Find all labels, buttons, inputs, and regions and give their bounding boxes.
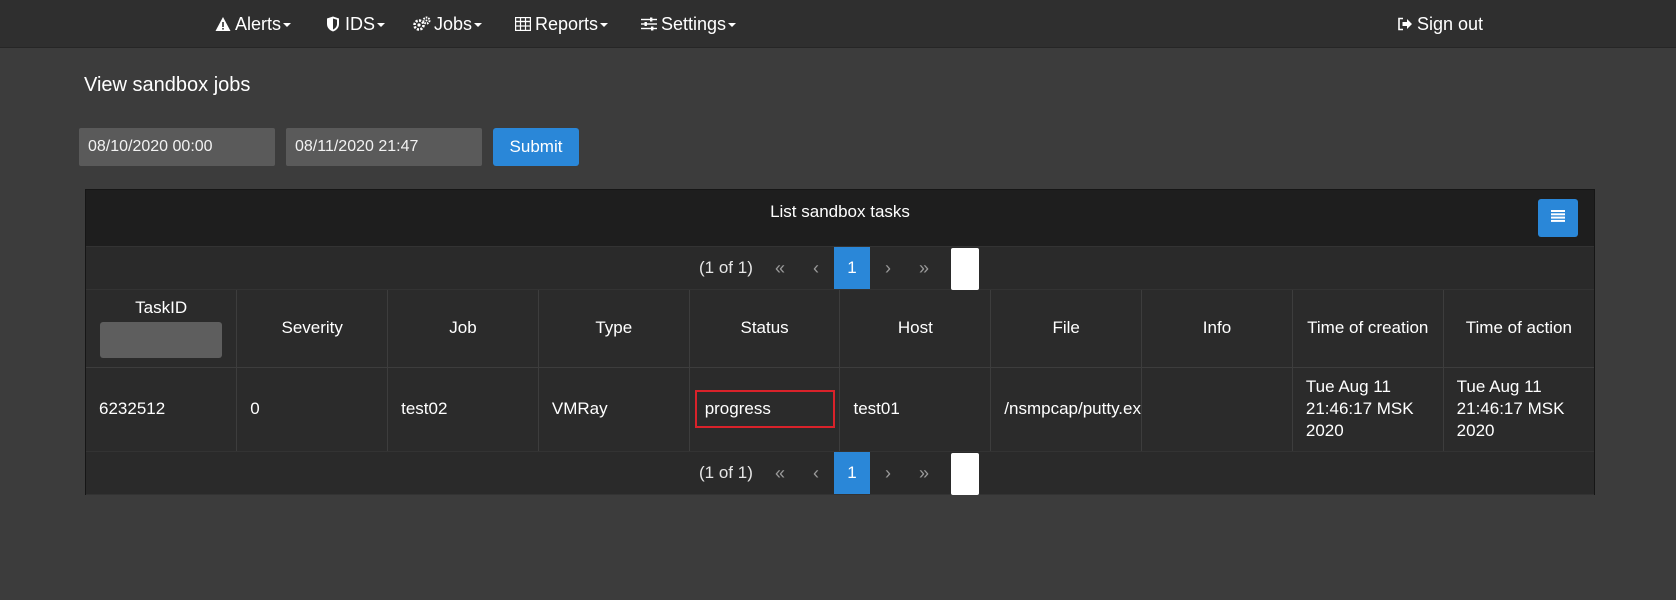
next-page-button[interactable]: › bbox=[870, 452, 906, 494]
shield-icon bbox=[324, 15, 342, 33]
prev-page-button[interactable]: ‹ bbox=[798, 452, 834, 494]
cell-file: /nsmpcap/putty.ex bbox=[990, 367, 1143, 452]
first-page-button[interactable]: « bbox=[762, 452, 798, 494]
paginator-top: (1 of 1) « ‹ 1 › » bbox=[86, 246, 1594, 290]
paginator-bottom: (1 of 1) « ‹ 1 › » bbox=[86, 451, 1594, 495]
table-row[interactable]: 6232512 0 test02 VMRay progress test01 /… bbox=[86, 367, 1594, 452]
table-icon bbox=[514, 15, 532, 33]
cell-time-creation: Tue Aug 11 21:46:17 MSK 2020 bbox=[1292, 367, 1444, 452]
gears-icon bbox=[413, 15, 431, 33]
sandbox-tasks-panel: List sandbox tasks (1 of 1) « ‹ 1 › » Ta… bbox=[85, 189, 1595, 495]
page-title: View sandbox jobs bbox=[84, 74, 251, 96]
nav-reports[interactable]: Reports bbox=[514, 0, 609, 48]
nav-alerts[interactable]: Alerts bbox=[214, 0, 292, 48]
nav-jobs[interactable]: Jobs bbox=[413, 0, 483, 48]
taskid-filter-input[interactable] bbox=[100, 322, 223, 359]
sign-out-icon bbox=[1396, 15, 1414, 33]
chevron-down-icon bbox=[600, 23, 609, 27]
panel-title: List sandbox tasks bbox=[770, 202, 910, 221]
cell-type: VMRay bbox=[538, 367, 690, 452]
col-time-creation[interactable]: Time of creation bbox=[1292, 290, 1444, 368]
rows-per-page-select[interactable] bbox=[951, 248, 979, 290]
chevron-down-icon bbox=[283, 23, 292, 27]
cell-status: progress bbox=[689, 367, 841, 452]
page-1-button[interactable]: 1 bbox=[834, 247, 870, 289]
last-page-button[interactable]: » bbox=[906, 247, 942, 289]
col-time-action[interactable]: Time of action bbox=[1443, 290, 1594, 368]
column-toggler-button[interactable] bbox=[1538, 199, 1578, 237]
status-value-highlighted: progress bbox=[694, 390, 835, 428]
warning-icon bbox=[214, 15, 232, 33]
col-host[interactable]: Host bbox=[839, 290, 992, 368]
rows-per-page-select[interactable] bbox=[951, 453, 979, 495]
cell-severity: 0 bbox=[236, 367, 389, 452]
nav-alerts-label: Alerts bbox=[235, 13, 282, 34]
page-1-button[interactable]: 1 bbox=[834, 452, 870, 494]
chevron-down-icon bbox=[728, 23, 737, 27]
nav-ids[interactable]: IDS bbox=[324, 0, 386, 48]
sliders-icon bbox=[640, 15, 658, 33]
sign-out-link[interactable]: Sign out bbox=[1396, 0, 1483, 48]
chevron-down-icon bbox=[377, 23, 386, 27]
table-header-row: TaskID Severity Job Type Status Host Fil… bbox=[86, 290, 1594, 368]
nav-reports-label: Reports bbox=[535, 13, 599, 34]
paginator-report: (1 of 1) bbox=[699, 463, 753, 482]
col-taskid-label: TaskID bbox=[135, 298, 188, 318]
cell-time-action: Tue Aug 11 21:46:17 MSK 2020 bbox=[1443, 367, 1594, 452]
cell-host: test01 bbox=[839, 367, 992, 452]
date-to-input[interactable] bbox=[286, 128, 482, 166]
cell-task-id: 6232512 bbox=[86, 367, 238, 452]
col-severity[interactable]: Severity bbox=[236, 290, 389, 368]
cell-job: test02 bbox=[387, 367, 539, 452]
nav-ids-label: IDS bbox=[345, 13, 376, 34]
submit-button[interactable]: Submit bbox=[493, 128, 579, 166]
list-icon bbox=[1551, 209, 1565, 227]
sign-out-label: Sign out bbox=[1417, 13, 1484, 34]
col-info[interactable]: Info bbox=[1141, 290, 1293, 368]
next-page-button[interactable]: › bbox=[870, 247, 906, 289]
first-page-button[interactable]: « bbox=[762, 247, 798, 289]
panel-header: List sandbox tasks bbox=[86, 190, 1594, 246]
cell-info bbox=[1141, 367, 1293, 452]
col-status[interactable]: Status bbox=[689, 290, 841, 368]
col-type[interactable]: Type bbox=[538, 290, 690, 368]
prev-page-button[interactable]: ‹ bbox=[798, 247, 834, 289]
nav-settings[interactable]: Settings bbox=[640, 0, 737, 48]
col-file[interactable]: File bbox=[990, 290, 1143, 368]
tasks-table: TaskID Severity Job Type Status Host Fil… bbox=[86, 290, 1594, 452]
chevron-down-icon bbox=[474, 23, 483, 27]
col-job[interactable]: Job bbox=[387, 290, 539, 368]
nav-jobs-label: Jobs bbox=[434, 13, 473, 34]
top-navbar: Alerts IDS Jobs Reports Settings Sign ou bbox=[0, 0, 1676, 48]
last-page-button[interactable]: » bbox=[906, 452, 942, 494]
col-taskid: TaskID bbox=[86, 290, 238, 368]
nav-settings-label: Settings bbox=[661, 13, 727, 34]
date-from-input[interactable] bbox=[79, 128, 275, 166]
paginator-report: (1 of 1) bbox=[699, 258, 753, 277]
